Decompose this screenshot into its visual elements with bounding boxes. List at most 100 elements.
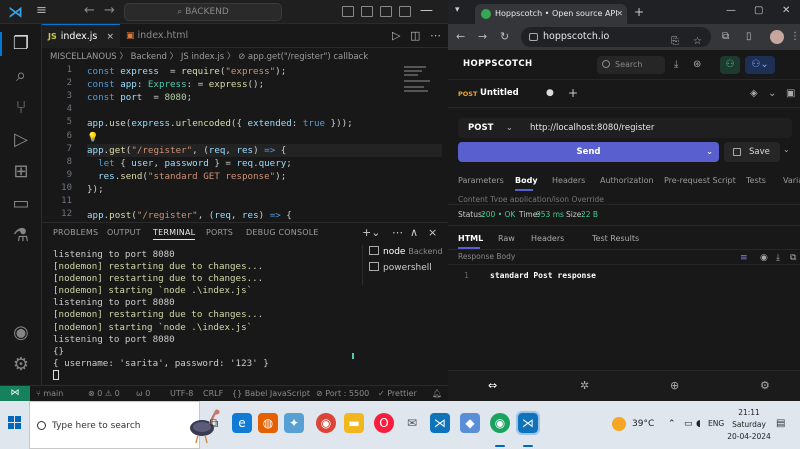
code-line[interactable]: 💡 [87, 131, 98, 144]
forward-arrow-icon[interactable]: → [104, 4, 115, 18]
vscode-taskbar-icon[interactable]: ⋊ [430, 413, 450, 433]
subtab-tests[interactable]: Tests [746, 176, 766, 185]
invite-user-icon[interactable]: ⚇ [720, 56, 740, 74]
code-line[interactable]: res.send("standard GET response"); [87, 170, 286, 183]
bookmark-star-icon[interactable]: ☆ [693, 32, 702, 52]
manage-gear-icon[interactable]: ⚙ [9, 353, 33, 377]
browser-tab-hoppscotch[interactable]: Hoppscotch • Open source API ✕ [475, 4, 627, 24]
command-center[interactable]: ⌕ BACKEND [124, 3, 282, 21]
realtime-globe-icon[interactable]: ⊕ [670, 380, 679, 392]
chevron-down-icon[interactable]: ⌄ [768, 88, 776, 99]
status-errors[interactable]: ⊗ 0 ⚠ 0 [88, 386, 120, 401]
tab-index-html[interactable]: ▣ index.html [120, 24, 198, 48]
extensions-puzzle-icon[interactable]: ⧉ [722, 30, 729, 44]
method-select[interactable]: POST ⌄ [458, 118, 520, 138]
taskbar-search[interactable]: Type here to search [29, 401, 220, 449]
terminal-item-node[interactable]: node Backend [369, 245, 443, 259]
tab-debug-console[interactable]: DEBUG CONSOLE [246, 227, 319, 239]
subtab-varia[interactable]: Varia [783, 176, 800, 185]
preview-eye-icon[interactable]: ◉ [760, 253, 768, 263]
language-indicator[interactable]: ENG [708, 417, 724, 431]
close-tab-icon[interactable]: ✕ [616, 4, 623, 24]
subtab-body[interactable]: Body [515, 176, 538, 185]
chrome-menu-icon[interactable]: ⋮ [790, 30, 800, 44]
notifications-bell-icon[interactable]: 🔔︎ [432, 386, 442, 401]
app-icon[interactable]: ✦ [284, 413, 304, 433]
rest-link-icon[interactable]: ⇔ [488, 380, 497, 392]
graphql-icon[interactable]: ✲ [580, 380, 589, 392]
hoppscotch-search[interactable]: Search [597, 56, 665, 74]
windows-start-icon[interactable] [8, 416, 22, 430]
maximize-panel-icon[interactable]: ∧ [410, 226, 418, 240]
window-maximize-icon[interactable]: ▢ [754, 4, 763, 18]
accounts-icon[interactable]: ◉ [9, 321, 33, 345]
code-line[interactable]: const app: Express: = express(); [87, 78, 264, 91]
settings-gear-icon[interactable]: ⚙ [760, 380, 770, 392]
code-line[interactable]: let { user, password } = req.query; [87, 157, 292, 170]
network-icon[interactable]: ▭ [684, 417, 693, 431]
side-panel-icon[interactable]: ▯ [746, 30, 752, 44]
resp-tab-headers[interactable]: Headers [531, 234, 564, 243]
chrome-profile-icon[interactable]: ◉ [490, 413, 510, 433]
status-ports[interactable]: ω 0 [136, 386, 150, 401]
show-hidden-icons-icon[interactable]: ⌃ [668, 417, 676, 431]
status-live-server[interactable]: ⊘ Port : 5500 [316, 386, 369, 401]
site-info-icon[interactable] [529, 33, 538, 41]
browser-back-icon[interactable]: ← [456, 30, 465, 44]
open-icon[interactable]: ▣ [786, 88, 795, 99]
code-line[interactable]: app.post("/register", (req, res) => { [87, 209, 292, 222]
more-actions-icon[interactable]: ⋯ [430, 29, 441, 43]
more-icon[interactable]: ⋯ [392, 226, 403, 240]
terminal-output[interactable]: listening to port 8080 [nodemon] restarti… [53, 249, 343, 384]
new-request-tab-icon[interactable]: + [568, 86, 578, 100]
window-close-icon[interactable]: ✕ [782, 4, 790, 18]
save-button[interactable]: Save [724, 142, 780, 162]
profile-avatar[interactable] [770, 30, 784, 44]
chrome-icon[interactable]: ◉ [316, 413, 336, 433]
hamburger-menu-icon[interactable]: ≡ [36, 4, 50, 18]
search-icon[interactable]: ⌕ [9, 64, 33, 88]
code-line[interactable]: app.get("/register", (req, res) => { [87, 143, 442, 157]
virtualbox-icon[interactable]: ◆ [460, 413, 480, 433]
task-view-icon[interactable]: ⧉ [204, 413, 224, 433]
resp-tab-raw[interactable]: Raw [498, 234, 515, 243]
tab-problems[interactable]: PROBLEMS [53, 227, 98, 239]
address-bar[interactable]: hoppscotch.io ⎘ ☆ [521, 27, 711, 47]
send-button[interactable]: Send ⌄ [458, 142, 719, 162]
tab-search-icon[interactable]: ▾ [455, 5, 460, 15]
resp-tab-html[interactable]: HTML [458, 234, 483, 243]
code-line[interactable]: }); [87, 183, 104, 196]
chevron-down-icon[interactable]: ⌄ [706, 142, 713, 162]
resp-tab-test-results[interactable]: Test Results [592, 234, 639, 243]
toggle-panel-icon[interactable] [361, 6, 373, 17]
mail-icon[interactable]: ✉ [402, 413, 422, 433]
code-line[interactable]: app.use(express.urlencoded({ extended: t… [87, 117, 353, 130]
firefox-icon[interactable]: ◍ [258, 413, 278, 433]
toggle-secondary-sidebar-icon[interactable] [380, 6, 392, 17]
notification-center-icon[interactable]: ▤ [776, 418, 785, 429]
subtab-headers[interactable]: Headers [552, 176, 585, 185]
install-app-icon[interactable]: ⎘ [671, 32, 679, 52]
edge-icon[interactable]: e [232, 413, 252, 433]
download-icon[interactable]: ⤓ [674, 59, 678, 71]
status-encoding[interactable]: UTF-8 [170, 386, 193, 401]
vscode-active-icon[interactable]: ⋊ [516, 411, 540, 435]
opera-icon[interactable]: O [374, 413, 394, 433]
hoppscotch-logo[interactable]: HOPPSCOTCH [463, 59, 533, 69]
status-prettier[interactable]: ✓ Prettier [378, 386, 417, 401]
status-branch[interactable]: ⑂ main [36, 386, 63, 401]
save-chevron-down-icon[interactable]: ⌄ [783, 145, 790, 154]
weather-sun-icon[interactable] [612, 417, 626, 431]
tab-ports[interactable]: PORTS [206, 227, 233, 239]
environments-icon[interactable]: ◈ [750, 88, 758, 99]
support-icon[interactable]: ⊛ [693, 59, 701, 71]
close-icon[interactable]: × [106, 25, 114, 49]
run-file-icon[interactable]: ▷ [392, 29, 400, 43]
download-icon[interactable]: ⤓ [776, 253, 780, 263]
taskbar-clock[interactable]: 21:11 Saturday 20-04-2024 [727, 407, 771, 443]
toggle-primary-sidebar-icon[interactable] [342, 6, 354, 17]
volume-icon[interactable]: ◖ [696, 417, 701, 431]
user-menu-icon[interactable]: ⚇⌄ [745, 56, 775, 74]
window-minimize-icon[interactable]: — [726, 4, 736, 18]
customize-layout-icon[interactable] [399, 6, 411, 17]
